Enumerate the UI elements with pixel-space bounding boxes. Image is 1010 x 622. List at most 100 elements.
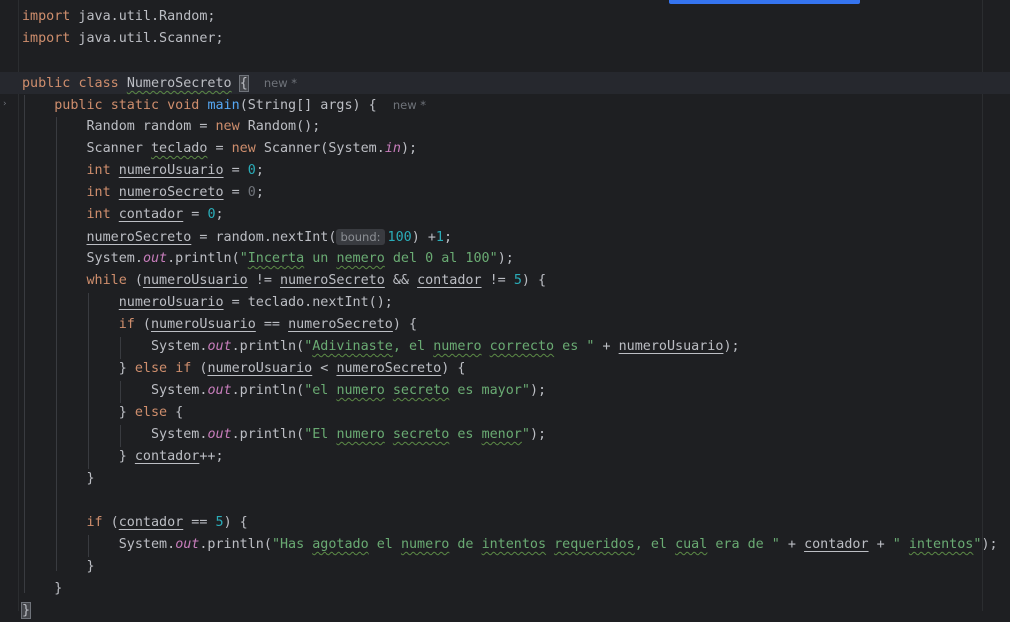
variable: contador xyxy=(118,515,184,530)
code-line[interactable]: System.out.println("el numero secreto es… xyxy=(22,380,1010,402)
variable: numeroUsuario xyxy=(207,361,313,376)
code-editor[interactable]: import java.util.Random; import java.uti… xyxy=(0,6,1010,622)
variable: contador xyxy=(804,537,869,552)
code-text: ; xyxy=(443,230,453,245)
keyword: int xyxy=(86,207,111,222)
code-text: ) { xyxy=(392,317,418,332)
static-field: out xyxy=(207,339,232,354)
code-text: Random random = xyxy=(86,119,216,134)
author-hint[interactable]: new * xyxy=(393,98,426,112)
code-text: ) { xyxy=(441,361,466,376)
string-literal: es " xyxy=(554,339,595,354)
static-field: out xyxy=(175,537,200,552)
code-line[interactable] xyxy=(22,50,1010,72)
code-text: + xyxy=(779,537,805,552)
code-text: System. xyxy=(118,537,176,552)
code-line[interactable]: System.out.println("Adivinaste, el numer… xyxy=(22,336,1010,358)
code-line[interactable]: while (numeroUsuario != numeroSecreto &&… xyxy=(22,270,1010,292)
code-text: ) + xyxy=(411,230,436,245)
code-text: != xyxy=(481,273,514,288)
code-line[interactable]: import java.util.Random; xyxy=(22,6,1010,28)
fold-arrow-icon[interactable]: › xyxy=(2,100,10,109)
string-literal xyxy=(385,427,393,442)
code-line[interactable]: int numeroUsuario = 0; xyxy=(22,160,1010,182)
code-text: } xyxy=(118,405,135,420)
code-text: } xyxy=(118,449,135,464)
code-text: < xyxy=(312,361,337,376)
code-line[interactable] xyxy=(22,490,1010,512)
string-literal: es xyxy=(449,427,482,442)
code-line[interactable]: } contador++; xyxy=(22,446,1010,468)
code-line-current[interactable]: public class NumeroSecreto { new * xyxy=(0,72,1010,94)
code-text: != xyxy=(247,273,280,288)
code-line[interactable]: System.out.println("Has agotado el numer… xyxy=(22,534,1010,556)
keyword: public xyxy=(54,98,103,113)
matched-brace: { xyxy=(238,75,249,92)
string-literal: el xyxy=(368,537,401,552)
code-line[interactable]: } else { xyxy=(22,402,1010,424)
code-line[interactable]: } xyxy=(22,578,1010,600)
parameter-hint: bound: xyxy=(336,229,385,245)
code-line[interactable]: } xyxy=(22,556,1010,578)
string-literal: , el xyxy=(392,339,434,354)
string-word: numero xyxy=(400,537,450,552)
variable: contador xyxy=(134,449,200,464)
code-line[interactable]: numeroUsuario = teclado.nextInt(); xyxy=(22,292,1010,314)
string-word: Adivinaste xyxy=(312,339,393,354)
code-text: ( xyxy=(102,515,119,530)
code-text: } xyxy=(86,559,95,574)
code-line[interactable]: } else if (numeroUsuario < numeroSecreto… xyxy=(22,358,1010,380)
variable: numeroSecreto xyxy=(280,273,385,288)
string-word: menor xyxy=(481,427,522,442)
keyword: new xyxy=(231,141,256,156)
number-literal: 100 xyxy=(387,230,412,245)
code-line[interactable]: if (contador == 5) { xyxy=(22,512,1010,534)
code-line[interactable]: import java.util.Scanner; xyxy=(22,28,1010,50)
code-text: = teclado.nextInt(); xyxy=(223,295,393,310)
variable: contador xyxy=(118,207,184,222)
code-text: .println( xyxy=(231,427,305,442)
code-line[interactable]: } xyxy=(20,600,1010,622)
string-literal: es mayor" xyxy=(449,383,530,398)
code-text: .println( xyxy=(231,339,305,354)
code-line[interactable]: System.out.println("Incerta un nemero de… xyxy=(22,248,1010,270)
code-line[interactable]: numeroSecreto = random.nextInt(bound: 100… xyxy=(22,226,1010,248)
static-field: out xyxy=(142,251,168,266)
code-line[interactable]: int contador = 0; xyxy=(22,204,1010,226)
variable: numeroSecreto xyxy=(336,361,442,376)
string-word: numero xyxy=(336,427,385,442)
code-text: Scanner xyxy=(86,141,151,156)
variable: numeroUsuario xyxy=(118,295,224,310)
string-word: secreto xyxy=(392,383,450,398)
code-line[interactable]: if (numeroUsuario == numeroSecreto) { xyxy=(22,314,1010,336)
author-hint[interactable]: new * xyxy=(264,76,297,90)
variable: numeroUsuario xyxy=(118,163,224,178)
variable: numeroSecreto xyxy=(118,185,224,200)
number-literal: 5 xyxy=(215,515,224,530)
string-literal: " xyxy=(521,427,530,442)
keyword: public xyxy=(22,76,71,91)
code-text: java.util.Scanner; xyxy=(70,31,224,46)
keyword: int xyxy=(86,163,111,178)
code-line[interactable]: Scanner teclado = new Scanner(System.in)… xyxy=(22,138,1010,160)
code-line[interactable]: int numeroSecreto = 0; xyxy=(22,182,1010,204)
string-literal: un xyxy=(304,251,337,266)
code-text: System. xyxy=(151,427,208,442)
string-literal: era de " xyxy=(707,537,780,552)
code-text: ); xyxy=(723,339,740,354)
string-literal: "Has xyxy=(271,537,313,552)
string-word: numero xyxy=(433,339,482,354)
code-text: .println( xyxy=(199,537,272,552)
code-line[interactable]: System.out.println("El numero secreto es… xyxy=(22,424,1010,446)
scroll-position-indicator[interactable] xyxy=(669,0,860,4)
code-text: && xyxy=(384,273,418,288)
keyword: while xyxy=(86,273,127,288)
code-text: ++; xyxy=(199,449,224,464)
number-literal: 0 xyxy=(247,185,256,200)
code-line[interactable]: public static void main(String[] args) {… xyxy=(22,94,1010,116)
variable: numeroSecreto xyxy=(86,230,192,245)
code-line[interactable]: } xyxy=(22,468,1010,490)
code-line[interactable]: Random random = new Random(); xyxy=(22,116,1010,138)
code-text: = random.nextInt( xyxy=(191,230,337,245)
code-text: .println( xyxy=(167,251,240,266)
